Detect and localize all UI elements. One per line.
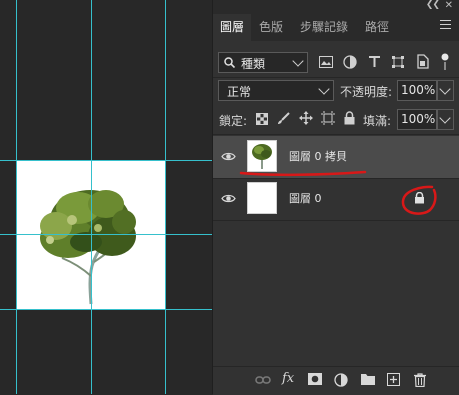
layers-panel: ❮❮ ✕ 圖層 色版 步驟記錄 路徑 種類 正常 不透明度: 100% 鎖定: …: [212, 0, 459, 395]
add-mask-icon[interactable]: [308, 373, 322, 387]
delete-layer-icon[interactable]: [414, 373, 426, 387]
adjustment-layer-icon[interactable]: [334, 373, 348, 387]
guide-horizontal[interactable]: [0, 234, 212, 235]
red-annotation-marks: [239, 170, 437, 215]
new-layer-icon[interactable]: [387, 373, 400, 387]
link-layers-icon[interactable]: [255, 373, 271, 387]
guide-vertical[interactable]: [165, 0, 166, 394]
guide-vertical[interactable]: [91, 0, 92, 394]
layers-bottom-toolbar: fx: [213, 366, 459, 395]
guide-horizontal[interactable]: [0, 309, 212, 310]
tree-image: [40, 190, 136, 305]
fx-icon[interactable]: fx: [282, 371, 294, 386]
new-group-icon[interactable]: [361, 373, 375, 387]
guide-horizontal[interactable]: [0, 160, 212, 161]
document-canvas[interactable]: [0, 0, 212, 394]
guide-vertical[interactable]: [16, 0, 17, 394]
